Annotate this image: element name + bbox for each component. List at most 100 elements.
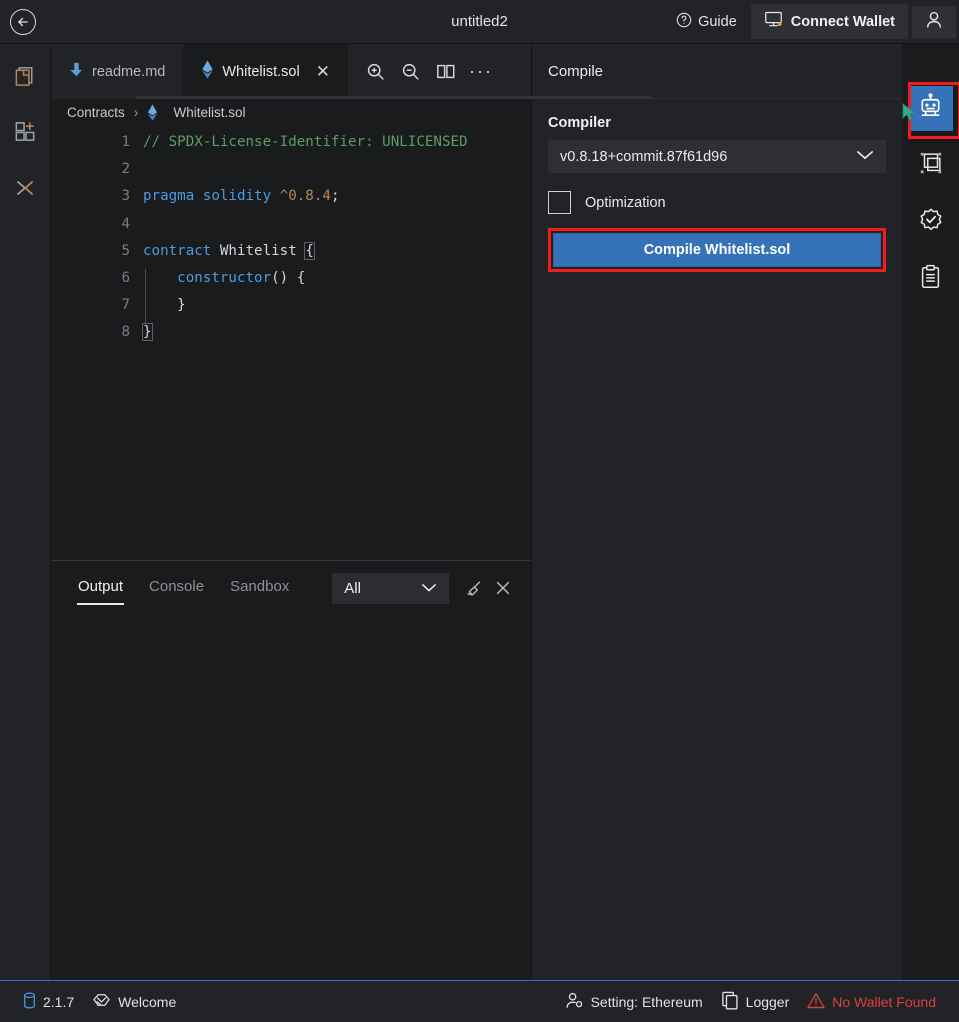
chevrons-icon (12, 175, 38, 206)
code-line-text: contract Whitelist { (143, 238, 315, 265)
status-wallet-warning-label: No Wallet Found (832, 993, 936, 1010)
line-number: 5 (121, 242, 130, 259)
tab-readme-md[interactable]: readme.md (51, 44, 183, 99)
zoom-in-button[interactable] (360, 55, 392, 89)
terminal-close-button[interactable] (488, 573, 517, 603)
app-body: readme.md Whitelist.sol ✕ ··· Contracts … (0, 44, 959, 980)
sidebar-item-contract-verification[interactable] (908, 200, 953, 245)
code-token: } (142, 323, 153, 342)
user-account-button[interactable] (912, 5, 956, 38)
code-line-text (143, 156, 152, 183)
compile-button[interactable]: Compile Whitelist.sol (553, 233, 881, 267)
terminal-tab-output[interactable]: Output (65, 572, 136, 605)
sidebar-item-file-explorer[interactable] (3, 58, 47, 98)
split-editor-button[interactable] (430, 55, 462, 89)
more-options-button[interactable]: ··· (465, 55, 497, 89)
optimization-row: Optimization (548, 191, 886, 214)
tab-whitelist-sol[interactable]: Whitelist.sol ✕ (183, 44, 348, 99)
terminal-panel: Output Console Sandbox All (51, 560, 531, 980)
code-line: 8} (51, 319, 531, 346)
terminal-header: Output Console Sandbox All (51, 561, 531, 615)
breadcrumb: Contracts › Whitelist.sol (51, 99, 531, 125)
grid-plus-icon (13, 119, 38, 149)
status-setting[interactable]: Setting: Ethereum (556, 991, 712, 1013)
code-line: 3 pragma solidity ^0.8.4; (51, 183, 531, 210)
files-stack-icon (13, 63, 38, 94)
zoom-out-button[interactable] (395, 55, 427, 89)
line-number: 8 (121, 324, 130, 341)
editor-tab-tools: ··· (348, 44, 497, 99)
code-token: pragma (143, 188, 195, 205)
code-line: 1 // SPDX-License-Identifier: UNLICENSED (51, 129, 531, 156)
tab-label: Whitelist.sol (222, 63, 300, 80)
back-arrow-icon (10, 8, 36, 35)
remix-ide-window: untitled2 Guide Connect Wallet readme.md… (0, 0, 959, 1022)
line-number: 4 (121, 215, 130, 232)
breadcrumb-separator-icon: › (133, 104, 139, 120)
code-line-text: pragma solidity ^0.8.4; (143, 183, 339, 210)
sidebar-item-clipboard-tasks[interactable] (908, 257, 953, 302)
terminal-tab-console[interactable]: Console (136, 572, 217, 605)
terminal-clear-button[interactable] (459, 573, 488, 603)
status-wallet-warning[interactable]: No Wallet Found (798, 992, 945, 1012)
markdown-down-arrow-icon (69, 62, 84, 82)
guide-button[interactable]: Guide (666, 8, 747, 36)
status-version[interactable]: 2.1.7 (14, 992, 83, 1012)
code-line: 5 contract Whitelist { (51, 238, 531, 265)
code-line: 7 } (51, 292, 531, 319)
warning-triangle-icon (807, 992, 825, 1012)
line-number: 3 (121, 188, 130, 205)
ethereum-diamond-icon (147, 103, 158, 121)
status-logger[interactable]: Logger (712, 991, 799, 1013)
status-bar-right: Setting: Ethereum Logger No Wallet Found (556, 991, 945, 1013)
tabbar-scroll-indicator[interactable] (136, 96, 651, 99)
right-icon-rail (902, 44, 959, 980)
back-button[interactable] (0, 0, 46, 44)
compiler-section-label: Compiler (548, 115, 611, 131)
status-welcome[interactable]: Welcome (83, 991, 185, 1012)
deploy-square-icon (918, 150, 944, 181)
editor-column: readme.md Whitelist.sol ✕ ··· Contracts … (51, 44, 651, 980)
badge-check-icon (918, 207, 944, 238)
terminal-tab-sandbox[interactable]: Sandbox (217, 572, 302, 605)
breadcrumb-root[interactable]: Contracts (67, 105, 125, 120)
compiler-version-value: v0.8.18+commit.87f61d96 (560, 148, 728, 165)
code-token: contract (143, 242, 212, 259)
code-line: 4 (51, 211, 531, 238)
terminal-output-area[interactable] (51, 615, 531, 980)
code-line-text (143, 211, 152, 238)
sidebar-item-deploy-run[interactable] (908, 143, 953, 188)
compiler-version-select[interactable]: v0.8.18+commit.87f61d96 (548, 140, 886, 173)
sidebar-item-terminal-toggle[interactable] (3, 170, 47, 210)
code-editor[interactable]: 1 // SPDX-License-Identifier: UNLICENSED 2… (51, 125, 531, 560)
connect-wallet-button[interactable]: Connect Wallet (750, 4, 908, 39)
optimization-checkbox[interactable] (548, 191, 571, 214)
compile-panel-body: Compiler v0.8.18+commit.87f61d96 Optimiz… (532, 99, 902, 272)
ethereum-diamond-icon (201, 60, 214, 83)
breadcrumb-file[interactable]: Whitelist.sol (173, 105, 245, 120)
tab-close-button[interactable]: ✕ (316, 63, 330, 80)
sidebar-item-plugin-manager[interactable] (3, 114, 47, 154)
panel-title: Compile (532, 44, 902, 99)
database-icon (23, 992, 36, 1012)
status-logger-label: Logger (745, 993, 790, 1010)
copy-pages-icon (721, 991, 739, 1013)
sidebar-item-solidity-compiler[interactable] (908, 86, 953, 131)
code-line-text: // SPDX-License-Identifier: UNLICENSED (143, 129, 468, 156)
connect-wallet-label: Connect Wallet (790, 13, 895, 30)
indent-guide (145, 269, 146, 323)
code-token: { (304, 241, 315, 260)
code-token: // SPDX-License-Identifier: UNLICENSED (143, 134, 468, 150)
status-version-label: 2.1.7 (43, 993, 75, 1010)
handshake-icon (92, 991, 111, 1012)
editor-tabbar: readme.md Whitelist.sol ✕ ··· (51, 44, 651, 99)
header-actions: Guide Connect Wallet (666, 4, 959, 39)
line-number: 1 (121, 134, 130, 150)
robot-icon (917, 92, 944, 125)
terminal-filter-select[interactable]: All (332, 572, 450, 604)
code-line-text: constructor() { (143, 265, 305, 292)
compile-button-highlight: Compile Whitelist.sol (548, 228, 886, 272)
left-icon-rail (0, 44, 51, 980)
